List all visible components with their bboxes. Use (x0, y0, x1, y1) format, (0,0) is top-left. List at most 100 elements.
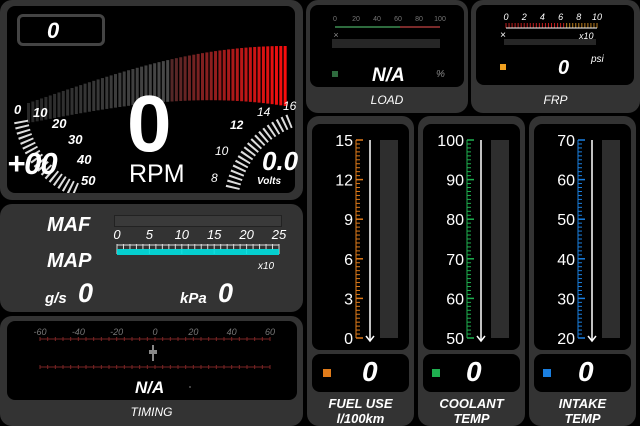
coolant-panel: 100 90 80 70 60 50 0 COOLANT TEMP (418, 116, 525, 426)
fuel-label-line2: l/100km (336, 411, 385, 426)
volts-unit: Volts (257, 176, 282, 187)
cool-bar-track (491, 140, 509, 338)
fuel-tick-label: 0 (344, 331, 353, 348)
timing-panel: -60 -40 -20 0 20 40 60 N/A TIMING (0, 316, 303, 426)
frp-tick-label: 4 (540, 12, 545, 22)
int-tick-label: 30 (557, 291, 575, 308)
intake-panel: 70 60 50 40 30 20 0 INTAKE TEMP (529, 116, 636, 426)
timing-dot (189, 386, 191, 388)
int-tick-label: 40 (557, 252, 575, 269)
intake-display: 70 60 50 40 30 20 (534, 124, 631, 350)
timing-label: TIMING (130, 405, 173, 419)
timing-tick-label: -60 (33, 327, 46, 337)
coolant-display: 100 90 80 70 60 50 (423, 124, 520, 350)
fuel-bar-track (380, 140, 398, 338)
load-value: N/A (372, 65, 405, 86)
frp-label: FRP (543, 93, 568, 107)
volts-tick-10: 10 (215, 144, 229, 158)
frp-tick-label: 8 (576, 12, 581, 22)
load-bar-track (332, 39, 440, 48)
map-unit: kPa (180, 290, 207, 307)
timing-center-mark (149, 350, 157, 354)
fuel-tick-label: 3 (344, 291, 353, 308)
maf-map-tick-label: 10 (175, 227, 190, 242)
load-tick-label: 60 (394, 16, 402, 23)
int-bar-track (602, 140, 620, 338)
timing-value: N/A (135, 378, 165, 397)
fuel-tick-label: 9 (344, 212, 353, 229)
maf-map-tick-label: 5 (146, 227, 154, 242)
timing-tick-label: 40 (227, 327, 237, 337)
maf-map-tick-label: 15 (207, 227, 222, 242)
volts-tick-16: 16 (283, 99, 297, 113)
load-display: 0 20 40 60 80 100 × N/A % (310, 5, 464, 87)
timing-tick-label: 20 (187, 327, 198, 337)
fuel-tick-label: 12 (335, 173, 353, 190)
volts-tick-8: 8 (211, 171, 218, 185)
fuel-display: 15 12 9 6 3 0 (312, 124, 409, 350)
intake-label-line2: TEMP (564, 411, 601, 426)
load-unit: % (436, 69, 445, 80)
intake-indicator (543, 369, 551, 377)
coolant-label-line2: TEMP (453, 411, 490, 426)
load-label: LOAD (370, 93, 404, 107)
cool-tick-label: 50 (446, 331, 464, 348)
volts-value: 0.0 (262, 146, 299, 176)
fuel-panel: 15 12 9 6 3 0 0 FUEL USE l/100km (307, 116, 414, 426)
maf-value: 0 (78, 278, 94, 308)
maf-map-panel: MAF MAP 0 5 10 15 20 25 x10 g/s 0 kPa 0 (0, 204, 303, 312)
frp-panel: 0 2 4 6 8 10 × x10 0 psi FRP (471, 0, 640, 113)
load-status-indicator (332, 71, 338, 77)
frp-tick-label: 2 (521, 12, 527, 22)
volts-tick-14: 14 (257, 105, 271, 119)
frp-tick-label: 6 (558, 12, 563, 22)
load-tick-label: 0 (333, 16, 337, 23)
fuel-readout: 0 (312, 354, 409, 392)
timing-tick-label: -40 (72, 327, 85, 337)
frp-scale: 0 2 4 6 8 10× (500, 12, 602, 45)
frp-unit: psi (591, 54, 604, 65)
timing-display: -60 -40 -20 0 20 40 60 N/A (7, 321, 297, 400)
frp-tick-label: 0 (503, 12, 508, 22)
fuel-indicator (323, 369, 331, 377)
maf-map-tick-label: 20 (238, 227, 254, 242)
fuel-scale: 15 12 9 6 3 0 (335, 133, 398, 348)
coolant-value: 0 (466, 356, 482, 387)
frp-value: 0 (558, 57, 570, 79)
frp-display: 0 2 4 6 8 10 × x10 0 psi (476, 5, 634, 85)
frp-tick-label: 10 (592, 12, 602, 22)
int-tick-label: 70 (557, 133, 575, 150)
frp-multiplier: x10 (579, 31, 594, 41)
maf-map-tick-label: 0 (113, 227, 121, 242)
volts-tick-12: 12 (230, 118, 244, 132)
fuel-tick-label: 15 (335, 133, 353, 150)
int-tick-label: 50 (557, 212, 575, 229)
fuel-value: 0 (362, 356, 378, 387)
cool-tick-label: 60 (446, 291, 464, 308)
volts-scale (225, 114, 293, 193)
load-tick-label: 40 (373, 16, 381, 23)
intake-readout: 0 (534, 354, 631, 392)
load-tick-label: 20 (352, 16, 360, 23)
rpm-display: 0 0 10 20 30 40 50 +00 0 RPM 8 10 12 14 … (7, 6, 299, 193)
load-zero-marker: × (333, 30, 338, 40)
fuel-label-line1: FUEL USE (328, 396, 393, 411)
int-tick-label: 60 (557, 173, 575, 190)
cool-tick-label: 100 (437, 133, 464, 150)
coolant-scale: 100 90 80 70 60 50 (437, 133, 509, 348)
cool-tick-label: 90 (446, 173, 464, 190)
coolant-readout: 0 (423, 354, 520, 392)
intake-scale: 70 60 50 40 30 20 (557, 133, 620, 348)
cool-tick-label: 70 (446, 252, 464, 269)
int-tick-label: 20 (557, 331, 575, 348)
fuel-tick-label: 6 (344, 252, 353, 269)
timing-tick-label: 0 (152, 327, 157, 337)
rpm-panel: 0 0 10 20 30 40 50 +00 0 RPM 8 10 12 14 … (0, 0, 303, 200)
maf-unit: g/s (45, 290, 67, 307)
maf-map-multiplier: x10 (258, 261, 275, 272)
frp-indicator (500, 64, 506, 70)
intake-value: 0 (578, 356, 594, 387)
timing-tick-label: -20 (110, 327, 123, 337)
map-value: 0 (218, 278, 234, 308)
maf-map-tick-label: 25 (271, 227, 287, 242)
